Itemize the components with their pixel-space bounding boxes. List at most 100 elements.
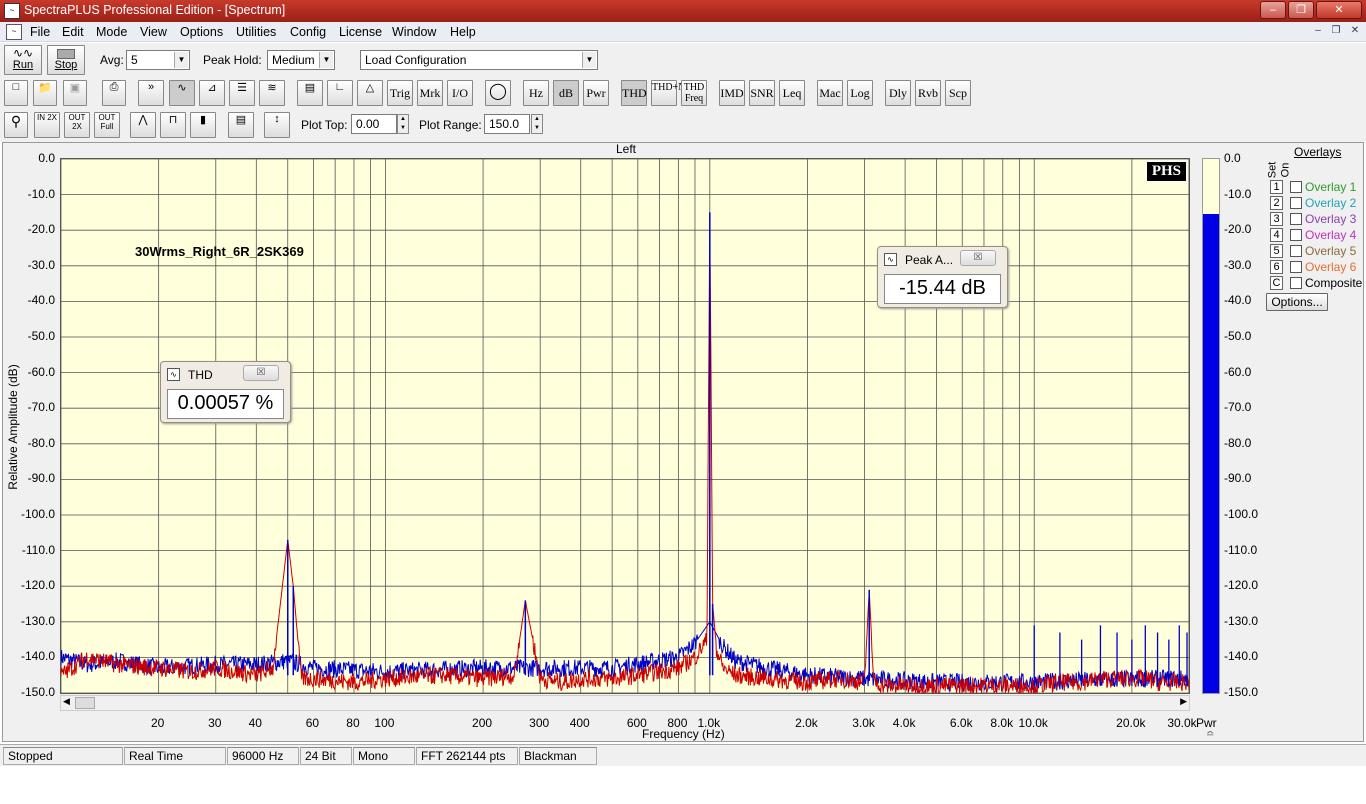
thd-popup[interactable]: ∿ THD ☒ 0.00057 % [160, 361, 291, 423]
fast-forward-icon[interactable]: » [138, 80, 164, 106]
scroll-thumb[interactable] [75, 697, 95, 709]
step-plot-icon[interactable]: ⊓ [160, 112, 186, 138]
stop-button[interactable]: Stop [47, 45, 85, 75]
spectrum-svg[interactable] [61, 159, 1189, 693]
overlays-header[interactable]: Overlays [1294, 145, 1341, 159]
mrk-button[interactable]: Mrk [417, 80, 443, 106]
menu-view[interactable]: View [140, 25, 167, 39]
plot-top-spinner-icon[interactable]: ▲ ▼ [397, 114, 409, 134]
close-icon[interactable]: ☒ [243, 365, 279, 381]
chevron-down-icon[interactable]: ▼ [174, 52, 188, 68]
generator-icon[interactable]: △ [357, 80, 383, 106]
zoom-icon[interactable]: ⚲ [4, 112, 28, 138]
hz-button[interactable]: Hz [523, 80, 549, 106]
overlay-checkbox[interactable] [1290, 277, 1302, 289]
peak-amplitude-popup[interactable]: ∿ Peak A... ☒ -15.44 dB [877, 246, 1008, 308]
waterfall-3d-icon[interactable]: ≋ [259, 80, 285, 106]
line-plot-icon[interactable]: ⋀ [130, 112, 156, 138]
close-button[interactable]: ✕ [1316, 1, 1362, 19]
overlay-options-button[interactable]: Options... [1266, 293, 1328, 311]
axis-icon[interactable]: ∟ [327, 80, 353, 106]
document-icon[interactable]: ~ [6, 24, 22, 40]
spectrum-plot[interactable]: PHS 30Wrms_Right_6R_2SK369 [60, 158, 1190, 694]
overlay-checkbox[interactable] [1290, 213, 1302, 225]
zoom-in-2x-icon[interactable]: IN 2X [34, 112, 60, 138]
overlay-set-button[interactable]: C [1270, 276, 1283, 290]
imd-button[interactable]: IMD [719, 80, 745, 106]
new-file-icon[interactable]: □ [4, 80, 28, 106]
spectrogram-icon[interactable]: ☰ [229, 80, 255, 106]
overlay-checkbox[interactable] [1290, 229, 1302, 241]
overlay-set-button[interactable]: 1 [1270, 180, 1283, 194]
db-button[interactable]: dB [553, 80, 579, 106]
overlay-checkbox[interactable] [1290, 181, 1302, 193]
scale-icon[interactable]: ▤ [297, 80, 323, 106]
horizontal-scrollbar[interactable]: ◀ ▶ [60, 695, 1190, 711]
menu-help[interactable]: Help [450, 25, 476, 39]
configuration-dropdown[interactable]: Load Configuration ▼ [360, 50, 598, 70]
bar-plot-icon[interactable]: ▮ [190, 112, 216, 138]
print-icon[interactable]: ⎙ [102, 80, 126, 106]
trig-button[interactable]: Trig [387, 80, 413, 106]
mac-button[interactable]: Mac [817, 80, 843, 106]
overlay-checkbox[interactable] [1290, 261, 1302, 273]
save-icon[interactable]: ▣ [63, 80, 87, 106]
mdi-restore-icon[interactable]: ❐ [1328, 25, 1344, 39]
spectraplus-icon[interactable]: ~ [4, 3, 20, 19]
chevron-down-icon[interactable]: ▼ [582, 52, 596, 68]
scroll-left-icon[interactable]: ◀ [63, 696, 70, 707]
plot-range-spinner-icon[interactable]: ▲ ▼ [531, 114, 543, 134]
status-mode: Real Time [124, 747, 226, 765]
overlay-checkbox[interactable] [1290, 245, 1302, 257]
menu-window[interactable]: Window [392, 25, 436, 39]
open-folder-icon[interactable]: 📁 [33, 80, 57, 106]
vertical-range-icon[interactable]: ↕ [264, 112, 290, 138]
menu-license[interactable]: License [339, 25, 382, 39]
thd-button[interactable]: THD [621, 80, 647, 106]
io-button[interactable]: I/O [447, 80, 473, 106]
menu-file[interactable]: File [30, 25, 50, 39]
chevron-down-icon[interactable]: ▼ [319, 52, 333, 68]
peak-hold-dropdown[interactable]: Medium ▼ [267, 50, 335, 70]
scaling-icon[interactable]: ▤ [228, 112, 254, 138]
avg-dropdown[interactable]: 5 ▼ [126, 50, 190, 70]
menu-options[interactable]: Options [180, 25, 223, 39]
thd-freq-button[interactable]: THD Freq [681, 80, 707, 106]
plot-top-input[interactable]: 0.00 [351, 114, 397, 134]
menu-edit[interactable]: Edit [62, 25, 84, 39]
mdi-minimize-icon[interactable]: – [1310, 25, 1326, 39]
overlay-set-button[interactable]: 2 [1270, 196, 1283, 210]
plot-range-input[interactable]: 150.0 [484, 114, 530, 134]
leq-button[interactable]: Leq [779, 80, 805, 106]
thd-n-button[interactable]: THD+N [651, 80, 685, 106]
menu-utilities[interactable]: Utilities [236, 25, 276, 39]
scroll-right-icon[interactable]: ▶ [1180, 696, 1187, 707]
mdi-close-icon[interactable]: ✕ [1347, 25, 1363, 39]
overlay-set-button[interactable]: 4 [1270, 228, 1283, 242]
overlay-set-button[interactable]: 6 [1270, 260, 1283, 274]
status-state: Stopped [3, 747, 123, 765]
snr-button[interactable]: SNR [749, 80, 775, 106]
close-icon[interactable]: ☒ [960, 250, 996, 266]
log-button[interactable]: Log [847, 80, 873, 106]
pwr-button[interactable]: Pwr [583, 80, 609, 106]
x-tick-label: 6.0k [949, 716, 973, 730]
rvb-button[interactable]: Rvb [915, 80, 941, 106]
overlay-set-button[interactable]: 3 [1270, 212, 1283, 226]
zoom-out-2x-icon[interactable]: OUT 2X [64, 112, 90, 138]
zoom-out-full-icon[interactable]: OUT Full [94, 112, 120, 138]
overlay-row: 5 Overlay 5 [1266, 244, 1366, 260]
minimize-button[interactable]: – [1260, 1, 1286, 19]
overlay-set-button[interactable]: 5 [1270, 244, 1283, 258]
menu-config[interactable]: Config [290, 25, 326, 39]
time-series-icon[interactable]: ⊿ [199, 80, 225, 106]
signal-generator-icon[interactable]: ◯ [485, 80, 511, 106]
overlay-checkbox[interactable] [1290, 197, 1302, 209]
menu-mode[interactable]: Mode [96, 25, 127, 39]
dly-button[interactable]: Dly [885, 80, 911, 106]
run-button[interactable]: ∿∿ Run [4, 45, 42, 75]
maximize-button[interactable]: ❐ [1288, 1, 1314, 19]
spectrum-mode-icon[interactable]: ∿ [169, 80, 195, 106]
resize-grip-icon[interactable]: ≏ [1206, 729, 1214, 740]
scp-button[interactable]: Scp [945, 80, 971, 106]
